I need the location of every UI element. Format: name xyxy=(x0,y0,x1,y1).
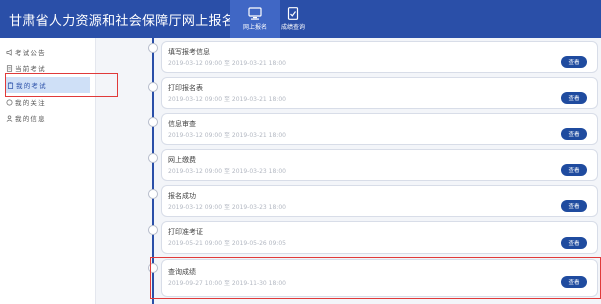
step-title: 网上缴费 xyxy=(168,156,196,164)
step-card-info-review: 信息审查 2019-03-12 09:00 至 2019-03-21 18:00… xyxy=(161,113,598,145)
view-button[interactable]: 查看 xyxy=(561,164,587,176)
sidebar-item-label: 考试公告 xyxy=(15,49,46,57)
step-card-signup-success: 报名成功 2019-03-12 09:00 至 2019-03-23 18:00… xyxy=(161,185,598,217)
timeline-dot xyxy=(148,117,158,127)
step-title: 报名成功 xyxy=(168,192,196,200)
step-time: 2019-03-12 09:00 至 2019-03-23 18:00 xyxy=(168,168,286,175)
step-title: 打印准考证 xyxy=(168,228,203,236)
clipboard-icon xyxy=(7,81,14,89)
sidebar-item-label: 当前考试 xyxy=(15,65,46,73)
sidebar-item-label: 我的考试 xyxy=(16,82,47,90)
step-time: 2019-05-21 09:00 至 2019-05-26 09:05 xyxy=(168,240,286,247)
view-button[interactable]: 查看 xyxy=(561,276,587,288)
view-button[interactable]: 查看 xyxy=(561,200,587,212)
step-time: 2019-03-12 09:00 至 2019-03-21 18:00 xyxy=(168,60,286,67)
view-button[interactable]: 查看 xyxy=(561,237,587,249)
step-title: 填写报考信息 xyxy=(168,48,210,56)
sidebar-item-current-exam[interactable]: 当前考试 xyxy=(6,60,46,76)
step-time: 2019-03-12 09:00 至 2019-03-23 18:00 xyxy=(168,204,286,211)
timeline-dot xyxy=(148,225,158,235)
site-title: 甘肃省人力资源和社会保障厅网上报名系统 xyxy=(9,14,262,29)
document-check-icon xyxy=(287,7,299,20)
sidebar-item-my-exams[interactable]: 我的考试 xyxy=(6,77,90,93)
view-button[interactable]: 查看 xyxy=(561,128,587,140)
step-title: 打印报名表 xyxy=(168,84,203,92)
tab-online-signup-label: 网上报名 xyxy=(242,24,267,31)
timeline-dot xyxy=(148,43,158,53)
sidebar-item-my-info[interactable]: 我的信息 xyxy=(6,110,46,126)
top-header: 甘肃省人力资源和社会保障厅网上报名系统 网上报名 成绩查询 xyxy=(0,0,601,38)
timeline-dot xyxy=(148,189,158,199)
step-card-print-form: 打印报名表 2019-03-12 09:00 至 2019-03-21 18:0… xyxy=(161,77,598,109)
timeline-dot xyxy=(148,263,158,273)
step-title: 查询成绩 xyxy=(168,268,196,276)
timeline-dot xyxy=(148,82,158,92)
sidebar-item-label: 我的信息 xyxy=(15,115,46,123)
step-title: 信息审查 xyxy=(168,120,196,128)
step-time: 2019-03-12 09:00 至 2019-03-21 18:00 xyxy=(168,96,286,103)
sidebar: 考试公告 当前考试 我的考试 我的关注 我的信息 xyxy=(0,38,96,304)
step-card-print-admission: 打印准考证 2019-05-21 09:00 至 2019-05-26 09:0… xyxy=(161,221,598,254)
sidebar-item-exam-announcement[interactable]: 考试公告 xyxy=(6,44,46,60)
timeline-dot xyxy=(148,153,158,163)
document-icon xyxy=(6,64,13,72)
sidebar-item-label: 我的关注 xyxy=(15,99,46,107)
person-icon xyxy=(6,115,13,122)
sidebar-item-my-follows[interactable]: 我的关注 xyxy=(6,94,46,110)
step-card-score-query: 查询成绩 2019-09-27 10:00 至 2019-11-30 18:00… xyxy=(161,259,598,297)
tab-score-query-label: 成绩查询 xyxy=(280,24,305,31)
step-card-online-payment: 网上缴费 2019-03-12 09:00 至 2019-03-23 18:00… xyxy=(161,149,598,181)
megaphone-icon xyxy=(6,48,12,56)
monitor-icon xyxy=(248,7,262,20)
heart-icon xyxy=(6,99,13,105)
view-button[interactable]: 查看 xyxy=(561,92,587,104)
step-time: 2019-09-27 10:00 至 2019-11-30 18:00 xyxy=(168,280,286,287)
step-card-fill-info: 填写报考信息 2019-03-12 09:00 至 2019-03-21 18:… xyxy=(161,41,598,73)
view-button[interactable]: 查看 xyxy=(561,56,587,68)
step-time: 2019-03-12 09:00 至 2019-03-21 18:00 xyxy=(168,132,286,139)
tab-score-query[interactable]: 成绩查询 xyxy=(268,0,318,38)
